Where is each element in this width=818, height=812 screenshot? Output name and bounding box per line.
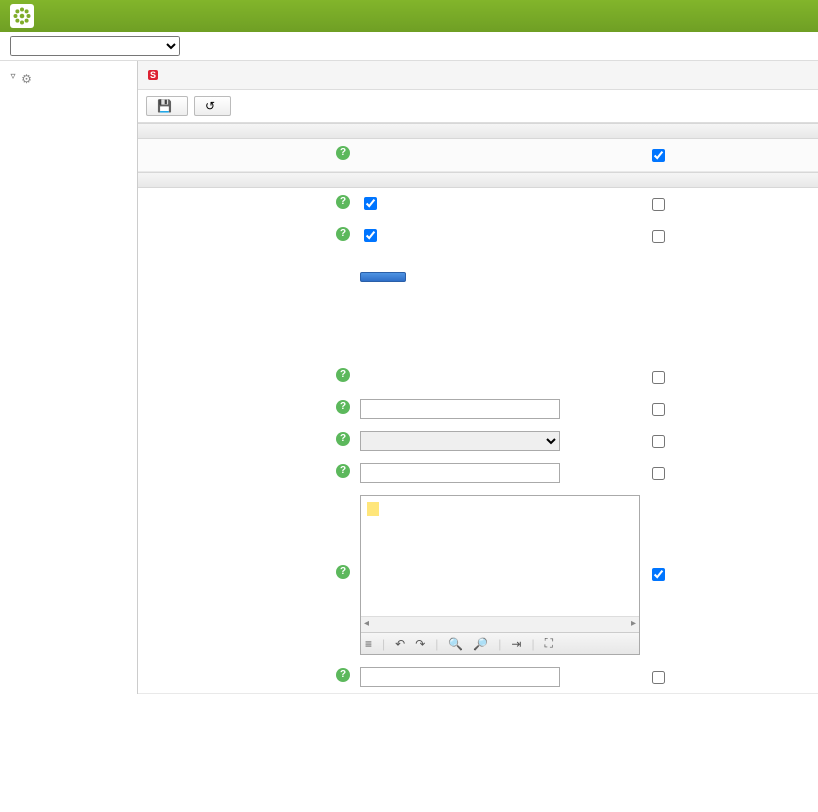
site-select[interactable]	[10, 36, 180, 56]
field-keep-updated: ?	[138, 220, 818, 252]
save-icon: 💾	[157, 100, 172, 112]
logo	[0, 2, 118, 30]
section-authorization-header	[138, 123, 818, 139]
tb-replace-icon[interactable]: 🔎	[473, 637, 488, 651]
help-icon[interactable]: ?	[336, 668, 350, 682]
help-icon[interactable]: ?	[336, 565, 350, 579]
tree-toggle-icon[interactable]: ▿	[8, 68, 18, 86]
mapping-label	[148, 258, 328, 368]
tb-list-icon[interactable]: ≡	[365, 637, 372, 651]
lead-desc-editor[interactable]: ≡ | ↶ ↷ | 🔍 🔎 | ⇥ | ⛶	[360, 495, 640, 655]
inherit-batch[interactable]	[648, 399, 808, 419]
field-default-company: ?	[138, 661, 818, 693]
inherit-score[interactable]	[648, 431, 808, 451]
help-icon[interactable]: ?	[336, 195, 350, 209]
inherit-lead-desc-checkbox[interactable]	[652, 568, 665, 581]
inherit-org-access[interactable]	[648, 145, 808, 165]
keep-updated-label	[148, 226, 328, 228]
section-replication-header	[138, 172, 818, 188]
inherit-mapping[interactable]	[648, 258, 808, 387]
settings-tree: ▿	[4, 67, 137, 86]
save-button[interactable]: 💾	[146, 96, 188, 116]
help-icon[interactable]: ?	[336, 227, 350, 241]
inherit-keep-updated[interactable]	[648, 226, 808, 246]
tb-redo-icon[interactable]: ↷	[415, 637, 425, 651]
field-lead-description: ? ≡ | ↶ ↷ | 🔍	[138, 489, 818, 661]
field-score: ?	[138, 425, 818, 457]
page-header	[138, 61, 818, 90]
tb-indent-icon[interactable]: ⇥	[511, 637, 521, 651]
org-access-label	[148, 145, 328, 147]
sidebar: ▿	[0, 61, 138, 694]
site-bar	[0, 32, 818, 61]
editor-scrollbar[interactable]	[361, 616, 639, 632]
inherit-mapping-checkbox[interactable]	[652, 371, 665, 384]
help-icon[interactable]: ?	[336, 432, 350, 446]
batch-label	[148, 399, 328, 401]
mapping-table	[360, 258, 400, 262]
reset-button[interactable]: ↺	[194, 96, 231, 116]
inherit-min-points-checkbox[interactable]	[652, 467, 665, 480]
field-batch-size: ?	[138, 393, 818, 425]
lead-desc-label	[148, 495, 328, 565]
inherit-lead-desc[interactable]	[648, 495, 808, 584]
inherit-keep-updated-checkbox[interactable]	[652, 230, 665, 243]
help-icon[interactable]: ?	[336, 464, 350, 478]
company-label	[148, 667, 328, 669]
score-select[interactable]	[360, 431, 560, 451]
inherit-enabled-checkbox[interactable]	[652, 198, 665, 211]
inherit-company-checkbox[interactable]	[652, 671, 665, 684]
enabled-checkbox[interactable]	[364, 197, 377, 210]
keep-updated-checkbox[interactable]	[364, 229, 377, 242]
inherit-score-checkbox[interactable]	[652, 435, 665, 448]
inherit-enabled[interactable]	[648, 194, 808, 214]
help-icon[interactable]: ?	[336, 368, 350, 382]
enabled-label	[148, 194, 328, 196]
logo-icon	[10, 4, 34, 28]
min-points-label	[148, 463, 328, 465]
inherit-min-points[interactable]	[648, 463, 808, 483]
tb-fullscreen-icon[interactable]: ⛶	[545, 636, 553, 651]
field-min-points: ?	[138, 457, 818, 489]
settings-icon	[21, 70, 35, 82]
field-mapping: ?	[138, 252, 818, 393]
content: 💾 ↺ ?	[138, 61, 818, 694]
toolbar: 💾 ↺	[138, 90, 818, 123]
min-points-input[interactable]	[360, 463, 560, 483]
mapping-col-source	[380, 258, 400, 262]
mapping-col-salesforce	[360, 258, 380, 262]
editor-toolbar: ≡ | ↶ ↷ | 🔍 🔎 | ⇥ | ⛶	[361, 632, 639, 654]
company-input[interactable]	[360, 667, 560, 687]
help-icon[interactable]: ?	[336, 400, 350, 414]
score-label	[148, 431, 328, 433]
tb-undo-icon[interactable]: ↶	[395, 637, 405, 651]
tb-find-icon[interactable]: 🔍	[448, 637, 463, 651]
field-enabled: ?	[138, 188, 818, 220]
field-org-access: ?	[138, 139, 818, 171]
inherit-batch-checkbox[interactable]	[652, 403, 665, 416]
edit-mapping-button[interactable]	[360, 272, 406, 282]
reset-icon: ↺	[205, 100, 215, 112]
macro-open-icon	[375, 502, 379, 516]
inherit-org-access-checkbox[interactable]	[652, 149, 665, 162]
lead-desc-textarea[interactable]	[361, 496, 639, 616]
global-header	[0, 0, 818, 32]
help-icon[interactable]: ?	[336, 146, 350, 160]
batch-input[interactable]	[360, 399, 560, 419]
inherit-company[interactable]	[648, 667, 808, 687]
salesforce-icon	[148, 69, 162, 81]
